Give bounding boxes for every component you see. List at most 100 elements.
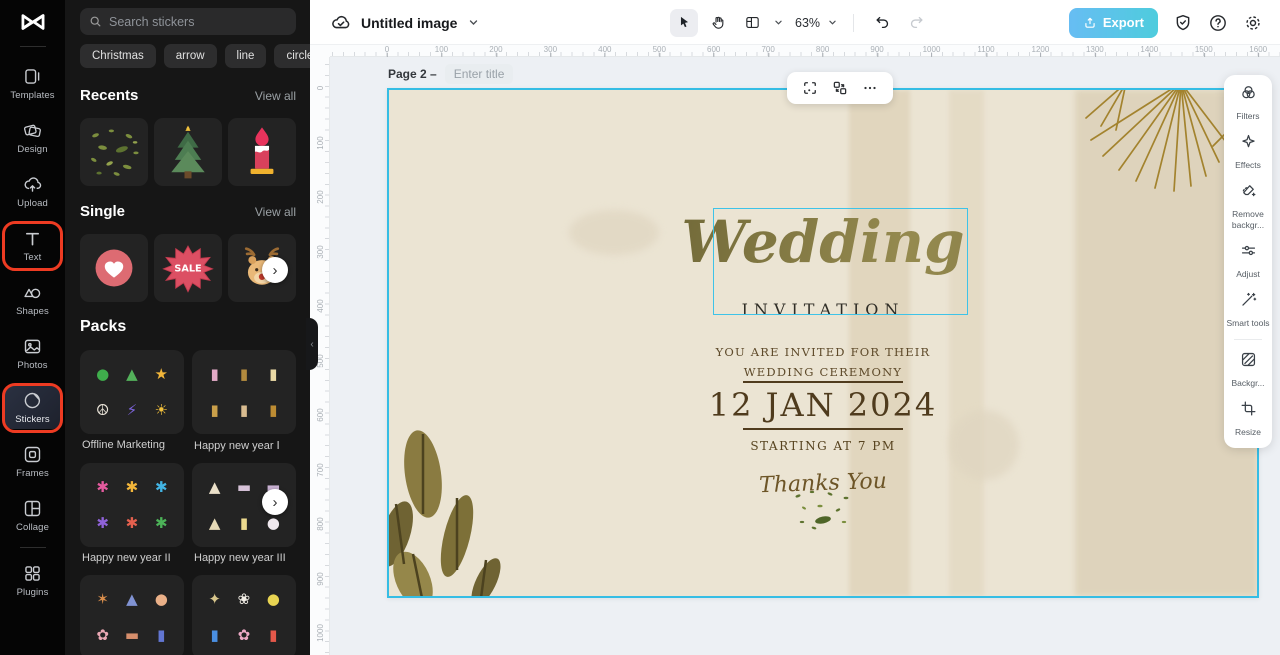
sticker-pack[interactable]: ✶▲●✿▬▮Happy new year IV (80, 575, 184, 655)
capcut-logo-icon[interactable] (0, 0, 65, 44)
page-title-input[interactable]: Enter title (444, 64, 514, 84)
export-label: Export (1102, 15, 1144, 30)
filter-chip[interactable]: Christmas (80, 44, 156, 68)
sidebar-item-photos[interactable]: Photos (3, 331, 62, 375)
sidebar-item-plugins[interactable]: Plugins (3, 558, 62, 602)
pack-sticker: ▲ (208, 478, 221, 496)
filter-chip[interactable]: circle (274, 44, 310, 68)
design-icon (22, 120, 43, 141)
tool-effects[interactable]: Effects (1226, 132, 1270, 170)
pack-card[interactable]: ✶ ▲ ● ✿ ▬ ▮ (80, 575, 184, 655)
top-toolbar: Untitled image 63% Export (310, 0, 1280, 45)
pack-sticker: ▮ (210, 365, 219, 383)
filter-chip[interactable]: line (224, 44, 267, 68)
sticker-pack[interactable]: ▲ ▬ ▬ ▲ ▮ ● Happy new year III (192, 463, 296, 573)
pack-sticker: ▲ (208, 514, 221, 532)
canvas-workspace: 0 100 200 300 400 500 600 700 800 900 1000 1100 1200… (310, 45, 1280, 655)
sidebar-item-collage[interactable]: Collage (3, 493, 62, 537)
sticker-pack[interactable]: ● ▲ ★ ☮ ⚡ ☀ Offline Marketing (80, 350, 184, 461)
sidebar-item-label: Collage (16, 521, 49, 533)
canvas[interactable]: Wedding INVITATION YOU ARE INVITED FOR T… (387, 88, 1259, 598)
pack-sticker: ▬ (124, 626, 140, 644)
sidebar-item-templates[interactable]: Templates (3, 61, 62, 105)
invitation-line2: WEDDING CEREMONY (743, 365, 903, 380)
help-icon[interactable] (1208, 13, 1228, 33)
tool-resize[interactable]: Resize (1226, 399, 1270, 437)
tool-label: Filters (1236, 111, 1260, 121)
layout-chevron-down-icon[interactable] (772, 16, 785, 29)
photos-icon (22, 336, 43, 357)
adjust-icon (1239, 241, 1258, 265)
pack-card[interactable]: ✦ ❀ ● ▮ ✿ ▮ (192, 575, 296, 655)
background-icon (1239, 350, 1258, 374)
filter-chip[interactable]: arrow (163, 44, 217, 68)
sticker-heart-badge[interactable] (80, 234, 148, 302)
sidebar-item-upload[interactable]: Upload (3, 169, 62, 213)
select-area-icon[interactable] (797, 75, 823, 101)
pack-sticker: ☮ (95, 401, 110, 419)
sticker-green-confetti[interactable] (80, 118, 148, 186)
filters-icon (1239, 83, 1258, 107)
pack-name: Happy new year III (194, 552, 286, 564)
sticker-search[interactable] (80, 8, 296, 35)
sticker-candle[interactable] (228, 118, 296, 186)
pack-card[interactable]: ▮ ▮ ▮ ▮ ▮ ▮ (192, 350, 296, 434)
invitation-date[interactable]: 12 JAN 2024 (389, 386, 1257, 424)
settings-gear-icon[interactable] (1243, 13, 1263, 33)
sticker-pack[interactable]: ▮ ▮ ▮ ▮ ▮ ▮ Happy new year Ⅰ (192, 350, 296, 461)
replace-icon[interactable] (827, 75, 853, 101)
sidebar-item-label: Stickers (15, 413, 50, 425)
sidebar-item-stickers[interactable]: Stickers (3, 385, 62, 429)
pack-card[interactable]: ✱ ✱ ✱ ✱ ✱ ✱ (80, 463, 184, 547)
sidebar-item-design[interactable]: Design (3, 115, 62, 159)
pack-card[interactable]: ● ▲ ★ ☮ ⚡ ☀ (80, 350, 184, 434)
pack-sticker: ▮ (157, 626, 166, 644)
cloud-sync-icon[interactable] (330, 12, 352, 34)
selection-box[interactable] (713, 208, 968, 315)
single-view-all-link[interactable]: View all (255, 205, 296, 219)
ruler-tick-label: 1500 (1194, 45, 1213, 57)
panel-collapse-handle[interactable]: ‹ (306, 318, 318, 370)
sticker-sale-burst[interactable]: SALE (154, 234, 222, 302)
export-button[interactable]: Export (1068, 7, 1158, 38)
selection-context-toolbar (787, 72, 893, 104)
hand-tool-button[interactable] (704, 9, 732, 37)
sticker-pack[interactable]: ✦❀●▮✿▮Food and Drinks (192, 575, 296, 655)
ruler-tick-label: 300 (315, 244, 325, 259)
document-title[interactable]: Untitled image (361, 15, 457, 31)
tool-remove-background[interactable]: Remove backgr... (1226, 181, 1270, 230)
recents-view-all-link[interactable]: View all (255, 89, 296, 103)
invitation-time[interactable]: STARTING AT 7 PM (389, 439, 1257, 453)
privacy-shield-icon[interactable] (1173, 13, 1193, 33)
single-title: Single (80, 203, 126, 220)
search-icon (89, 15, 102, 28)
recents-title: Recents (80, 87, 139, 104)
zoom-chevron-down-icon[interactable] (826, 16, 839, 29)
ruler-tick-label: 1100 (977, 45, 995, 57)
ruler-tick-label: 400 (315, 299, 325, 313)
recents-scroll-right-button[interactable]: › (262, 257, 288, 283)
sticker-christmas-tree[interactable] (154, 118, 222, 186)
invitation-message[interactable]: YOU ARE INVITED FOR THEIR WEDDING CEREMO… (389, 342, 1257, 382)
sidebar-item-text[interactable]: Text (3, 223, 62, 267)
app-window: Templates Design Upload Text Shapes Phot… (0, 0, 1280, 655)
ruler-tick-label: 500 (652, 45, 666, 57)
tool-background[interactable]: Backgr... (1226, 350, 1270, 388)
sidebar-item-frames[interactable]: Frames (3, 439, 62, 483)
select-tool-button[interactable] (670, 8, 698, 37)
sidebar-item-shapes[interactable]: Shapes (3, 277, 62, 321)
zoom-level[interactable]: 63% (795, 16, 820, 30)
redo-button[interactable] (902, 9, 930, 37)
pack-name: Offline Marketing (82, 439, 165, 451)
single-scroll-right-button[interactable]: › (262, 489, 288, 515)
sticker-pack[interactable]: ✱ ✱ ✱ ✱ ✱ ✱ Happy new year II (80, 463, 184, 573)
tool-filters[interactable]: Filters (1226, 83, 1270, 121)
more-options-icon[interactable] (857, 75, 883, 101)
undo-button[interactable] (868, 9, 896, 37)
search-input[interactable] (109, 14, 287, 29)
tool-adjust[interactable]: Adjust (1226, 241, 1270, 279)
editor-stage: Untitled image 63% Export 0 100 200 300 … (310, 0, 1280, 655)
layout-tool-button[interactable] (738, 9, 766, 37)
tool-smart-tools[interactable]: Smart tools (1226, 290, 1270, 328)
title-chevron-down-icon[interactable] (466, 15, 481, 30)
